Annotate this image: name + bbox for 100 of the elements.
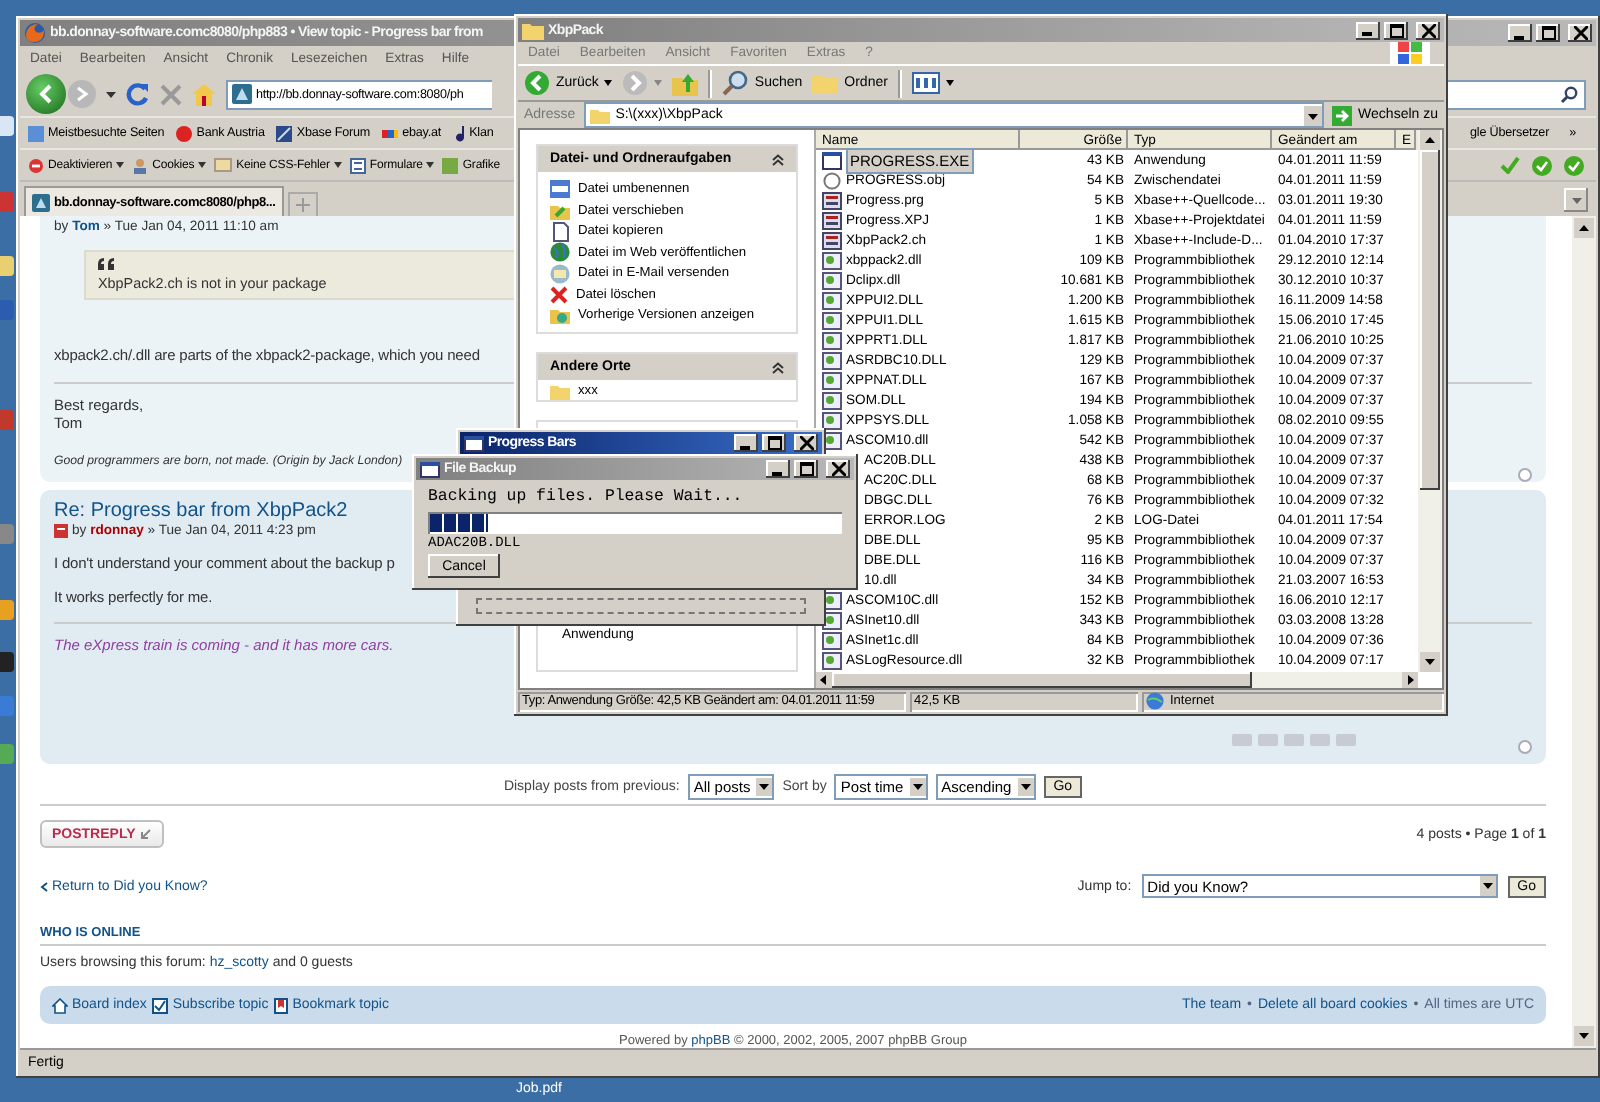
maximize-button[interactable] (762, 434, 786, 452)
scroll-thumb[interactable] (832, 672, 1252, 688)
dll-file-icon (822, 631, 842, 649)
globe-icon (550, 242, 570, 262)
dropdown-arrow-icon (909, 777, 926, 795)
file-icon (822, 171, 842, 189)
envelope-icon (214, 158, 233, 172)
maximize-icon (1541, 26, 1555, 40)
check-circle-icon[interactable] (1564, 155, 1584, 175)
collapse-icon (772, 361, 784, 373)
document-icon (550, 221, 570, 241)
search-field[interactable] (1446, 79, 1586, 109)
scrollbar[interactable] (1418, 130, 1442, 672)
close-icon (1573, 26, 1587, 40)
folder-icon (550, 201, 570, 219)
close-icon (799, 436, 813, 450)
check-circle-icon[interactable] (1532, 155, 1552, 175)
maximize-button[interactable] (1384, 21, 1408, 39)
tab-list-button[interactable] (1564, 188, 1588, 212)
caret-icon (333, 162, 342, 168)
dll-file-icon (822, 311, 842, 329)
close-button[interactable] (1568, 24, 1592, 42)
scroll-down-icon[interactable] (1420, 652, 1440, 672)
close-button[interactable] (1416, 21, 1440, 39)
window-icon (464, 435, 484, 451)
caret-icon (604, 80, 613, 86)
file-icon (822, 231, 842, 249)
dll-file-icon (822, 651, 842, 669)
dll-file-icon (822, 331, 842, 349)
scroll-down-icon[interactable] (1574, 1026, 1594, 1046)
caret-icon (945, 80, 954, 86)
dll-file-icon (822, 251, 842, 269)
striped-logo-icon (382, 129, 399, 137)
scrollbar[interactable] (816, 672, 1418, 688)
close-button[interactable] (794, 434, 818, 452)
scroll-right-icon[interactable] (1402, 672, 1418, 688)
round-logo-icon (176, 125, 193, 141)
caret-icon (426, 162, 435, 168)
globe-icon (1146, 692, 1164, 710)
maximize-button[interactable] (1536, 24, 1560, 42)
forward-button[interactable] (622, 70, 663, 96)
dropdown-arrow-icon (1017, 777, 1034, 795)
reload-icon[interactable] (126, 82, 150, 106)
close-icon (831, 462, 845, 476)
maximize-icon (1389, 23, 1403, 37)
search-icon (722, 70, 749, 96)
maximize-button[interactable] (794, 460, 818, 478)
scroll-up-icon[interactable] (1420, 130, 1440, 150)
home-icon[interactable] (192, 83, 216, 105)
scroll-up-icon[interactable] (1574, 218, 1594, 238)
file-icon (822, 211, 842, 229)
minimize-button[interactable] (734, 434, 758, 452)
folder-icon (589, 107, 610, 123)
quote-icon (98, 258, 116, 270)
window-icon (420, 461, 440, 477)
dll-file-icon (822, 391, 842, 409)
file-icon (822, 191, 842, 209)
scroll-left-icon[interactable] (816, 672, 832, 688)
scroll-thumb[interactable] (1420, 150, 1440, 490)
minimize-button[interactable] (1508, 24, 1532, 42)
minimize-button[interactable] (1356, 21, 1380, 39)
caret-icon (1571, 197, 1581, 203)
views-icon (911, 72, 940, 94)
chevron-left-icon (40, 881, 48, 891)
caret-icon (198, 162, 207, 168)
maximize-icon (767, 436, 781, 450)
bookmark-icon (274, 997, 289, 1013)
dropdown-arrow-icon (756, 777, 773, 795)
caret-icon (116, 162, 125, 168)
person-icon (132, 157, 149, 173)
collapse-icon (772, 153, 784, 165)
search-icon (1560, 85, 1578, 103)
page-icon (28, 125, 44, 141)
music-note-icon (453, 125, 466, 141)
close-icon (1421, 23, 1435, 37)
dll-file-icon (822, 351, 842, 369)
dll-file-icon (822, 271, 842, 289)
post-title[interactable]: Re: Progress bar from XbpPack2 (54, 500, 348, 522)
folder-icon (550, 306, 570, 324)
window-icon (550, 180, 570, 198)
close-button[interactable] (826, 460, 850, 478)
fox-icon (24, 22, 46, 44)
caret-icon[interactable] (106, 91, 116, 97)
dll-file-icon (822, 411, 842, 429)
stop-sign-icon (28, 157, 44, 173)
site-icon (232, 84, 252, 104)
reply-arrow-icon (139, 828, 152, 840)
views-button[interactable] (911, 72, 954, 94)
folder-icon (522, 21, 544, 39)
window-icon (822, 151, 842, 169)
post-icon (54, 524, 68, 538)
folder-icon (812, 72, 839, 94)
checkmark-icon[interactable] (1500, 156, 1520, 174)
scrollbar[interactable] (1572, 216, 1596, 1048)
back-button[interactable] (26, 74, 66, 114)
maximize-icon (799, 462, 813, 476)
site-icon (32, 193, 50, 211)
minimize-button[interactable] (766, 460, 790, 478)
cross-icon (550, 285, 568, 303)
home-icon (52, 997, 68, 1013)
